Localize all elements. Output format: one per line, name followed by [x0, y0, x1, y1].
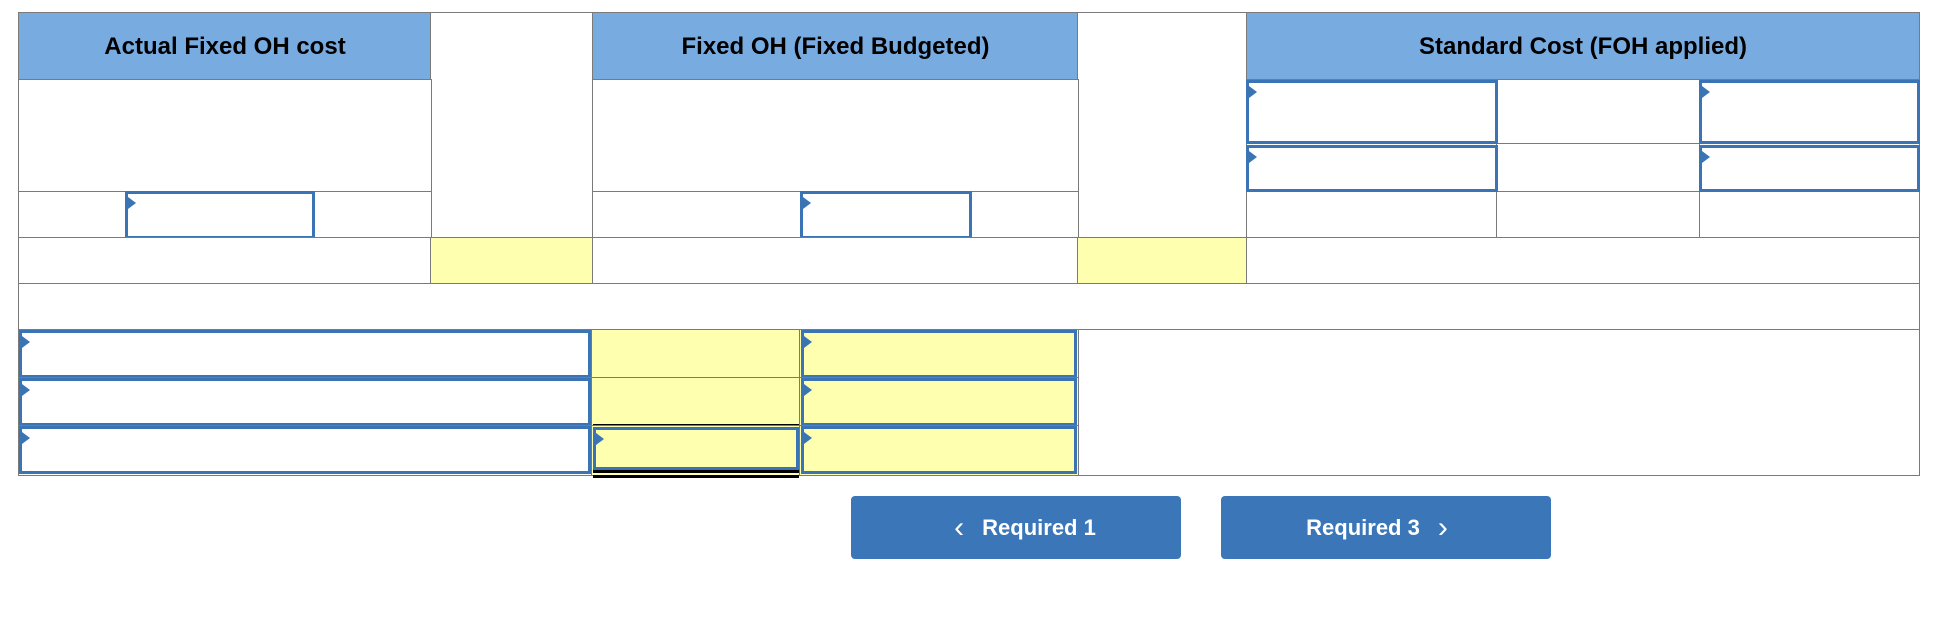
actual-right-cell — [313, 191, 432, 239]
budgeted-description-cell — [592, 79, 1079, 193]
summary-r2-amount-cell — [591, 377, 801, 427]
chevron-right-icon: › — [1437, 510, 1448, 544]
next-required-button[interactable]: Required 3 › — [1221, 496, 1551, 559]
actual-left-cell — [18, 191, 127, 239]
variance-2-computed-cell — [1077, 237, 1248, 285]
blank-spacer-row — [18, 283, 1920, 331]
standard-input-r2c1[interactable] — [1246, 145, 1498, 192]
standard-input-r2c3[interactable] — [1699, 145, 1920, 192]
spacer-column-2 — [1077, 12, 1248, 239]
spacer-column-1 — [430, 12, 594, 239]
previous-required-label: Required 1 — [982, 514, 1096, 540]
variance-row-budgeted-cell — [592, 237, 1079, 285]
standard-input-r1c1[interactable] — [1246, 80, 1498, 144]
variance-row-standard-cell — [1246, 237, 1920, 285]
summary-r3-type-input[interactable] — [801, 426, 1077, 474]
chevron-left-icon: ‹ — [954, 510, 965, 544]
standard-input-r1c3[interactable] — [1699, 80, 1920, 144]
summary-r2-label-input[interactable] — [19, 378, 591, 426]
summary-r2-type-input[interactable] — [801, 378, 1077, 426]
variance-row-actual-cell — [18, 237, 432, 285]
previous-required-button[interactable]: ‹ Required 1 — [851, 496, 1181, 559]
summary-r1-amount-cell — [591, 329, 801, 379]
summary-r1-label-input[interactable] — [19, 330, 591, 378]
budgeted-left-cell — [592, 191, 802, 239]
header-fixed-oh-budgeted: Fixed OH (Fixed Budgeted) — [592, 12, 1079, 81]
header-standard-cost: Standard Cost (FOH applied) — [1246, 12, 1920, 81]
double-underline-top — [593, 470, 799, 473]
actual-description-cell — [18, 79, 432, 193]
budgeted-right-cell — [970, 191, 1079, 239]
standard-cell-r1c2 — [1496, 79, 1701, 145]
summary-r3-label-input[interactable] — [19, 426, 591, 474]
variance-1-computed-cell — [430, 237, 594, 285]
double-underline-bottom — [593, 475, 799, 478]
standard-cell-r2c2 — [1496, 143, 1701, 193]
budgeted-fixed-oh-input[interactable] — [800, 191, 972, 239]
next-required-label: Required 3 — [1306, 514, 1420, 540]
standard-cell-r3c1 — [1246, 191, 1498, 239]
actual-fixed-oh-input[interactable] — [125, 191, 315, 239]
header-actual-fixed-oh: Actual Fixed OH cost — [18, 12, 432, 81]
standard-cell-r3c3 — [1699, 191, 1920, 239]
summary-r1-type-input[interactable] — [801, 330, 1077, 378]
standard-cell-r3c2 — [1496, 191, 1701, 239]
summary-r3-amount-input[interactable] — [593, 427, 799, 470]
